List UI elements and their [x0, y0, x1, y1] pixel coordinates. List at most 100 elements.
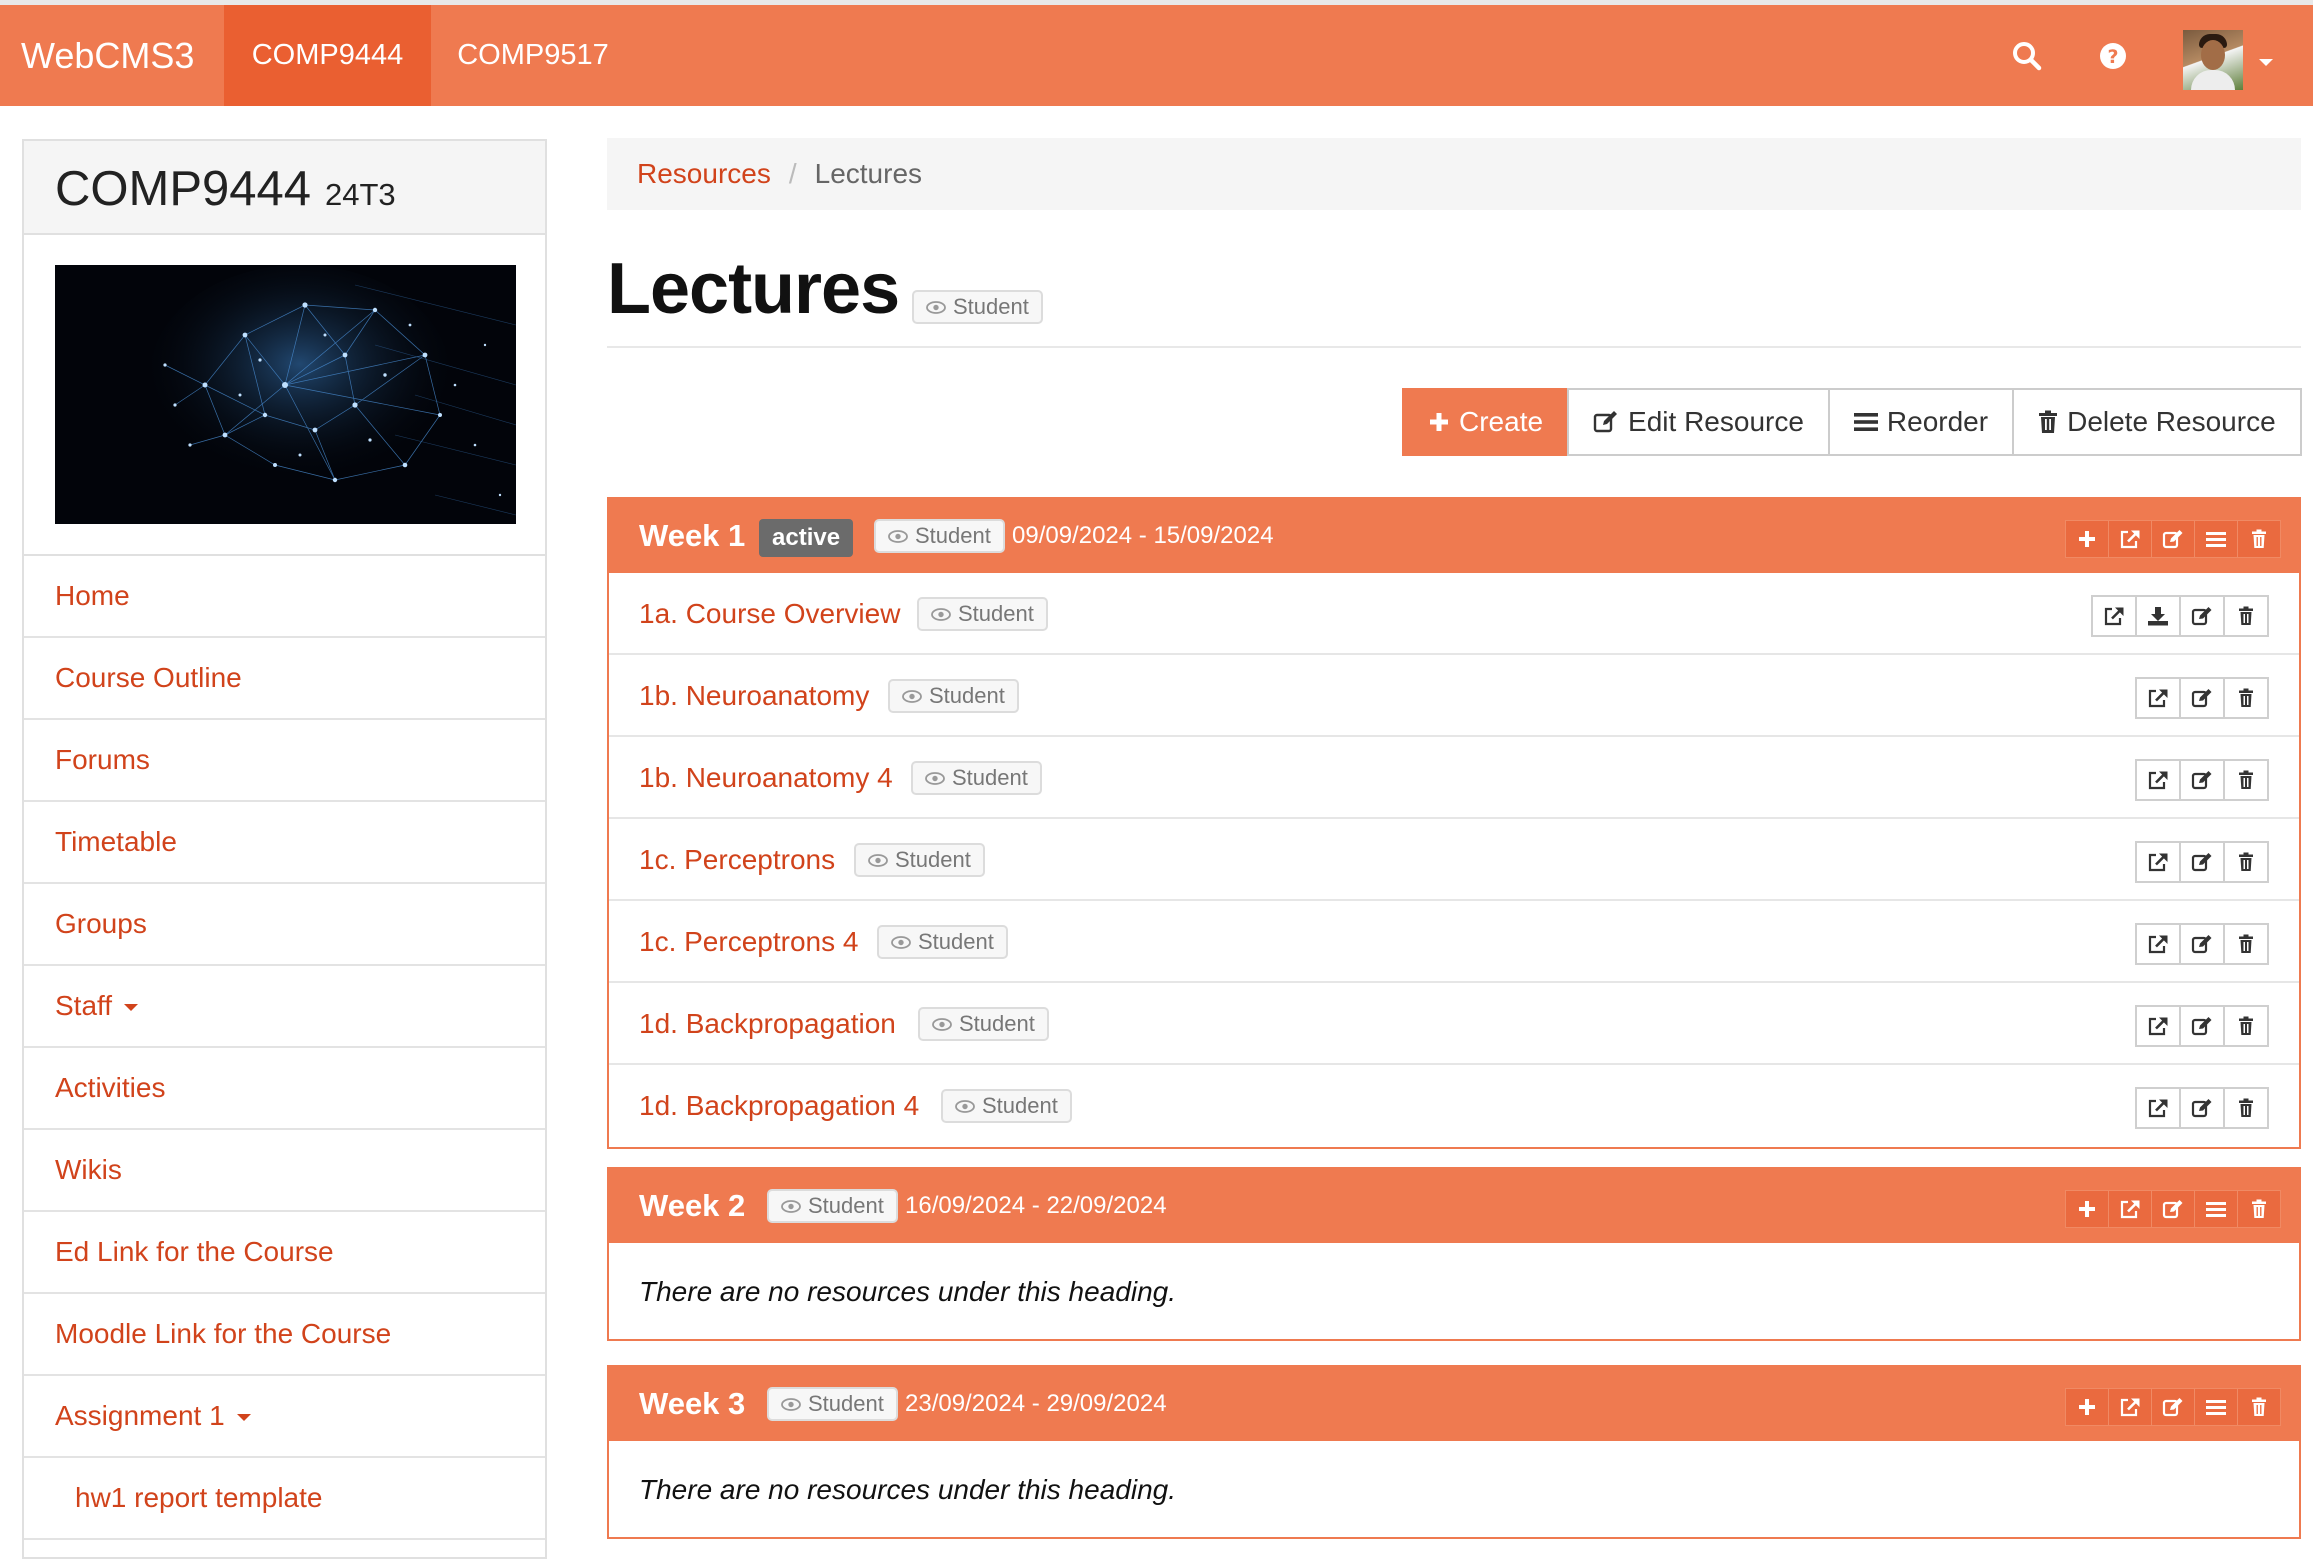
- edit-icon: [1593, 411, 1618, 433]
- sidebar-item-groups[interactable]: Groups: [24, 884, 545, 966]
- sidebar-item-hw1-report-template[interactable]: hw1 report template: [24, 1458, 545, 1540]
- external-link-icon: [2120, 1200, 2140, 1219]
- visibility-badge: Student: [912, 290, 1043, 324]
- download-button[interactable]: [2135, 595, 2181, 637]
- sidebar-item-moodle-link[interactable]: Moodle Link for the Course: [24, 1294, 545, 1376]
- reorder-heading-button[interactable]: [2194, 1190, 2238, 1228]
- external-link-icon: [2148, 771, 2168, 790]
- sidebar-item-ed-link[interactable]: Ed Link for the Course: [24, 1212, 545, 1294]
- resource-actions: [2135, 1087, 2269, 1129]
- brand-logo[interactable]: WebCMS3: [21, 5, 194, 106]
- sidebar-item-label: Activities: [55, 1072, 166, 1103]
- resource-link[interactable]: 1d. Backpropagation: [639, 983, 896, 1065]
- open-external-button[interactable]: [2135, 677, 2181, 719]
- help-icon[interactable]: ?: [2097, 40, 2129, 72]
- sidebar-item-home[interactable]: Home: [24, 556, 545, 638]
- nav-tab-comp9444[interactable]: COMP9444: [224, 5, 431, 106]
- delete-resource-row-button[interactable]: [2223, 1087, 2269, 1129]
- resource-actions: [2091, 595, 2269, 637]
- caret-down-icon: [124, 1004, 139, 1012]
- delete-resource-button[interactable]: Delete Resource: [2012, 388, 2302, 456]
- svg-text:?: ?: [2107, 46, 2118, 68]
- trash-icon: [2252, 1397, 2266, 1416]
- open-external-button[interactable]: [2135, 923, 2181, 965]
- edit-resource-row-button[interactable]: [2179, 759, 2225, 801]
- edit-icon: [2191, 771, 2212, 790]
- edit-resource-row-button[interactable]: [2179, 923, 2225, 965]
- resource-link[interactable]: 1a. Course Overview: [639, 573, 900, 655]
- edit-resource-row-button[interactable]: [2179, 841, 2225, 883]
- add-resource-button[interactable]: [2065, 520, 2109, 558]
- open-external-button[interactable]: [2108, 1190, 2152, 1228]
- sidebar-item-wikis[interactable]: Wikis: [24, 1130, 545, 1212]
- edit-resource-row-button[interactable]: [2179, 1087, 2225, 1129]
- search-icon[interactable]: [2011, 40, 2043, 72]
- trash-icon: [2239, 852, 2253, 871]
- resource-actions: [2135, 759, 2269, 801]
- week-title[interactable]: Week 1: [639, 499, 745, 573]
- edit-resource-button[interactable]: Edit Resource: [1567, 388, 1830, 456]
- sidebar-item-course-outline[interactable]: Course Outline: [24, 638, 545, 720]
- delete-resource-row-button[interactable]: [2223, 595, 2269, 637]
- edit-heading-button[interactable]: [2151, 1190, 2195, 1228]
- sidebar-item-forums[interactable]: Forums: [24, 720, 545, 802]
- resource-link[interactable]: 1c. Perceptrons 4: [639, 901, 858, 983]
- delete-heading-button[interactable]: [2237, 1388, 2281, 1426]
- resource-actions: [2135, 841, 2269, 883]
- eye-icon: [888, 529, 908, 543]
- resource-actions: [2135, 1005, 2269, 1047]
- delete-resource-row-button[interactable]: [2223, 677, 2269, 719]
- resource-link[interactable]: 1c. Perceptrons: [639, 819, 835, 901]
- delete-heading-button[interactable]: [2237, 1190, 2281, 1228]
- edit-icon: [2191, 1099, 2212, 1118]
- reorder-heading-button[interactable]: [2194, 1388, 2238, 1426]
- create-button[interactable]: Create: [1402, 388, 1570, 456]
- course-code: COMP9444: [55, 162, 312, 216]
- open-external-button[interactable]: [2135, 1087, 2181, 1129]
- caret-down-icon[interactable]: [2259, 59, 2273, 66]
- resource-link[interactable]: 1d. Backpropagation 4: [639, 1065, 919, 1147]
- edit-resource-row-button[interactable]: [2179, 677, 2225, 719]
- edit-icon: [2162, 530, 2183, 549]
- week-header: Week 1 active Student 09/09/2024 - 15/09…: [609, 499, 2299, 573]
- resource-link[interactable]: 1b. Neuroanatomy 4: [639, 737, 893, 819]
- reorder-button[interactable]: Reorder: [1827, 388, 2015, 456]
- add-resource-button[interactable]: [2065, 1388, 2109, 1426]
- sidebar-item-staff[interactable]: Staff: [24, 966, 545, 1048]
- delete-resource-row-button[interactable]: [2223, 1005, 2269, 1047]
- avatar[interactable]: [2183, 30, 2243, 90]
- add-resource-button[interactable]: [2065, 1190, 2109, 1228]
- delete-resource-row-button[interactable]: [2223, 923, 2269, 965]
- sidebar-item-activities[interactable]: Activities: [24, 1048, 545, 1130]
- reorder-heading-button[interactable]: [2194, 520, 2238, 558]
- resource-toolbar: Create Edit Resource Reorder Delete Reso…: [1402, 388, 2302, 456]
- breadcrumb-separator: /: [788, 158, 797, 189]
- open-external-button[interactable]: [2091, 595, 2137, 637]
- sidebar-item-label: Timetable: [55, 826, 177, 857]
- open-external-button[interactable]: [2108, 520, 2152, 558]
- open-external-button[interactable]: [2108, 1388, 2152, 1426]
- delete-resource-row-button[interactable]: [2223, 841, 2269, 883]
- edit-resource-row-button[interactable]: [2179, 595, 2225, 637]
- week-title[interactable]: Week 3: [639, 1367, 745, 1441]
- resource-row: 1d. Backpropagation Student: [609, 983, 2299, 1065]
- delete-resource-row-button[interactable]: [2223, 759, 2269, 801]
- sidebar-item-label: Home: [55, 580, 130, 611]
- sidebar-item-timetable[interactable]: Timetable: [24, 802, 545, 884]
- nav-tab-comp9517[interactable]: COMP9517: [431, 5, 635, 106]
- open-external-button[interactable]: [2135, 1005, 2181, 1047]
- resource-link[interactable]: 1b. Neuroanatomy: [639, 655, 869, 737]
- edit-heading-button[interactable]: [2151, 1388, 2195, 1426]
- edit-resource-row-button[interactable]: [2179, 1005, 2225, 1047]
- trash-icon: [2252, 1199, 2266, 1218]
- week-title[interactable]: Week 2: [639, 1169, 745, 1243]
- breadcrumb-resources-link[interactable]: Resources: [637, 158, 771, 189]
- open-external-button[interactable]: [2135, 759, 2181, 801]
- sidebar-item-assignment-1[interactable]: Assignment 1: [24, 1376, 545, 1458]
- sidebar-item-label: Wikis: [55, 1154, 122, 1185]
- external-link-icon: [2148, 853, 2168, 872]
- open-external-button[interactable]: [2135, 841, 2181, 883]
- visibility-badge: Student: [854, 843, 985, 877]
- edit-heading-button[interactable]: [2151, 520, 2195, 558]
- delete-heading-button[interactable]: [2237, 520, 2281, 558]
